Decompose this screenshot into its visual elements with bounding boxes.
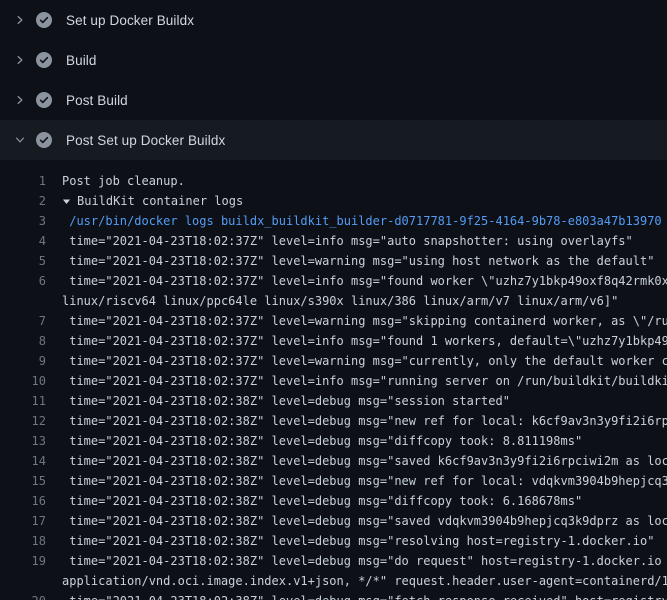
line-text: time="2021-04-23T18:02:38Z" level=debug … [62, 591, 667, 600]
line-number[interactable]: 6 [0, 271, 46, 291]
log-row: 20 time="2021-04-23T18:02:38Z" level=deb… [0, 591, 667, 600]
line-number[interactable]: 10 [0, 371, 46, 391]
line-text: time="2021-04-23T18:02:37Z" level=info m… [62, 331, 667, 351]
log-row: 8 time="2021-04-23T18:02:37Z" level=info… [0, 331, 667, 351]
log-row: 12 time="2021-04-23T18:02:38Z" level=deb… [0, 411, 667, 431]
step-label: Build [66, 53, 97, 68]
step-label: Set up Docker Buildx [66, 13, 194, 28]
log-row-continuation: linux/riscv64 linux/ppc64le linux/s390x … [0, 291, 667, 311]
line-number[interactable]: 8 [0, 331, 46, 351]
line-text: Post job cleanup. [62, 171, 185, 191]
log-row-continuation: application/vnd.oci.image.index.v1+json,… [0, 571, 667, 591]
line-number[interactable]: 5 [0, 251, 46, 271]
chevron-right-icon[interactable] [12, 52, 28, 68]
log-row: 5 time="2021-04-23T18:02:37Z" level=warn… [0, 251, 667, 271]
line-text: time="2021-04-23T18:02:38Z" level=debug … [62, 391, 510, 411]
line-number[interactable]: 16 [0, 491, 46, 511]
log-row: 18 time="2021-04-23T18:02:38Z" level=deb… [0, 531, 667, 551]
log-row: 14 time="2021-04-23T18:02:38Z" level=deb… [0, 451, 667, 471]
step-label: Post Set up Docker Buildx [66, 133, 225, 148]
step-row-post-setup-docker-buildx[interactable]: Post Set up Docker Buildx [0, 120, 667, 160]
line-text: linux/riscv64 linux/ppc64le linux/s390x … [62, 291, 618, 311]
line-number[interactable]: 9 [0, 351, 46, 371]
line-text: time="2021-04-23T18:02:38Z" level=debug … [62, 451, 667, 471]
group-label: BuildKit container logs [77, 191, 243, 211]
log-row-command: 3 /usr/bin/docker logs buildx_buildkit_b… [0, 211, 667, 231]
log-row: 11 time="2021-04-23T18:02:38Z" level=deb… [0, 391, 667, 411]
line-number[interactable]: 1 [0, 171, 46, 191]
command-text: /usr/bin/docker logs buildx_buildkit_bui… [62, 211, 662, 231]
actions-log-viewer: Set up Docker Buildx Build Post Build Po… [0, 0, 667, 600]
log-output: 1 Post job cleanup. 2 BuildKit container… [0, 160, 667, 600]
line-number[interactable]: 19 [0, 551, 46, 571]
line-text: time="2021-04-23T18:02:37Z" level=info m… [62, 231, 633, 251]
log-row: 7 time="2021-04-23T18:02:37Z" level=warn… [0, 311, 667, 331]
chevron-down-icon[interactable] [12, 132, 28, 148]
line-text: time="2021-04-23T18:02:37Z" level=info m… [62, 371, 667, 391]
line-text: time="2021-04-23T18:02:38Z" level=debug … [62, 411, 667, 431]
step-row-build[interactable]: Build [0, 40, 667, 80]
chevron-right-icon[interactable] [12, 12, 28, 28]
line-text: time="2021-04-23T18:02:37Z" level=warnin… [62, 351, 667, 371]
line-number[interactable]: 11 [0, 391, 46, 411]
triangle-down-icon[interactable] [62, 191, 71, 211]
line-number [0, 291, 46, 311]
check-circle-icon [36, 132, 52, 148]
line-number[interactable]: 7 [0, 311, 46, 331]
log-row: 4 time="2021-04-23T18:02:37Z" level=info… [0, 231, 667, 251]
check-circle-icon [36, 52, 52, 68]
line-number[interactable]: 2 [0, 191, 46, 211]
step-label: Post Build [66, 93, 128, 108]
step-row-setup-docker-buildx[interactable]: Set up Docker Buildx [0, 0, 667, 40]
line-number[interactable]: 14 [0, 451, 46, 471]
line-text: time="2021-04-23T18:02:38Z" level=debug … [62, 511, 667, 531]
line-text: time="2021-04-23T18:02:38Z" level=debug … [62, 431, 582, 451]
line-text: time="2021-04-23T18:02:38Z" level=debug … [62, 471, 667, 491]
line-number[interactable]: 17 [0, 511, 46, 531]
line-number[interactable]: 13 [0, 431, 46, 451]
line-text: time="2021-04-23T18:02:38Z" level=debug … [62, 491, 582, 511]
line-number[interactable]: 20 [0, 591, 46, 600]
check-circle-icon [36, 12, 52, 28]
log-group-toggle[interactable]: 2 BuildKit container logs [0, 191, 667, 211]
log-row: 19 time="2021-04-23T18:02:38Z" level=deb… [0, 551, 667, 571]
log-row: 13 time="2021-04-23T18:02:38Z" level=deb… [0, 431, 667, 451]
line-text: time="2021-04-23T18:02:37Z" level=warnin… [62, 311, 667, 331]
log-row: 9 time="2021-04-23T18:02:37Z" level=warn… [0, 351, 667, 371]
log-row: 16 time="2021-04-23T18:02:38Z" level=deb… [0, 491, 667, 511]
log-row: 1 Post job cleanup. [0, 171, 667, 191]
line-number [0, 571, 46, 591]
log-row: 17 time="2021-04-23T18:02:38Z" level=deb… [0, 511, 667, 531]
line-number[interactable]: 3 [0, 211, 46, 231]
check-circle-icon [36, 92, 52, 108]
line-text: time="2021-04-23T18:02:38Z" level=debug … [62, 551, 667, 571]
line-number[interactable]: 15 [0, 471, 46, 491]
line-number[interactable]: 18 [0, 531, 46, 551]
chevron-right-icon[interactable] [12, 92, 28, 108]
line-text: application/vnd.oci.image.index.v1+json,… [62, 571, 667, 591]
line-text: time="2021-04-23T18:02:37Z" level=info m… [62, 271, 667, 291]
line-number[interactable]: 12 [0, 411, 46, 431]
line-number[interactable]: 4 [0, 231, 46, 251]
line-text: time="2021-04-23T18:02:38Z" level=debug … [62, 531, 654, 551]
step-row-post-build[interactable]: Post Build [0, 80, 667, 120]
log-row: 15 time="2021-04-23T18:02:38Z" level=deb… [0, 471, 667, 491]
log-row: 10 time="2021-04-23T18:02:37Z" level=inf… [0, 371, 667, 391]
line-text: time="2021-04-23T18:02:37Z" level=warnin… [62, 251, 654, 271]
log-row: 6 time="2021-04-23T18:02:37Z" level=info… [0, 271, 667, 291]
